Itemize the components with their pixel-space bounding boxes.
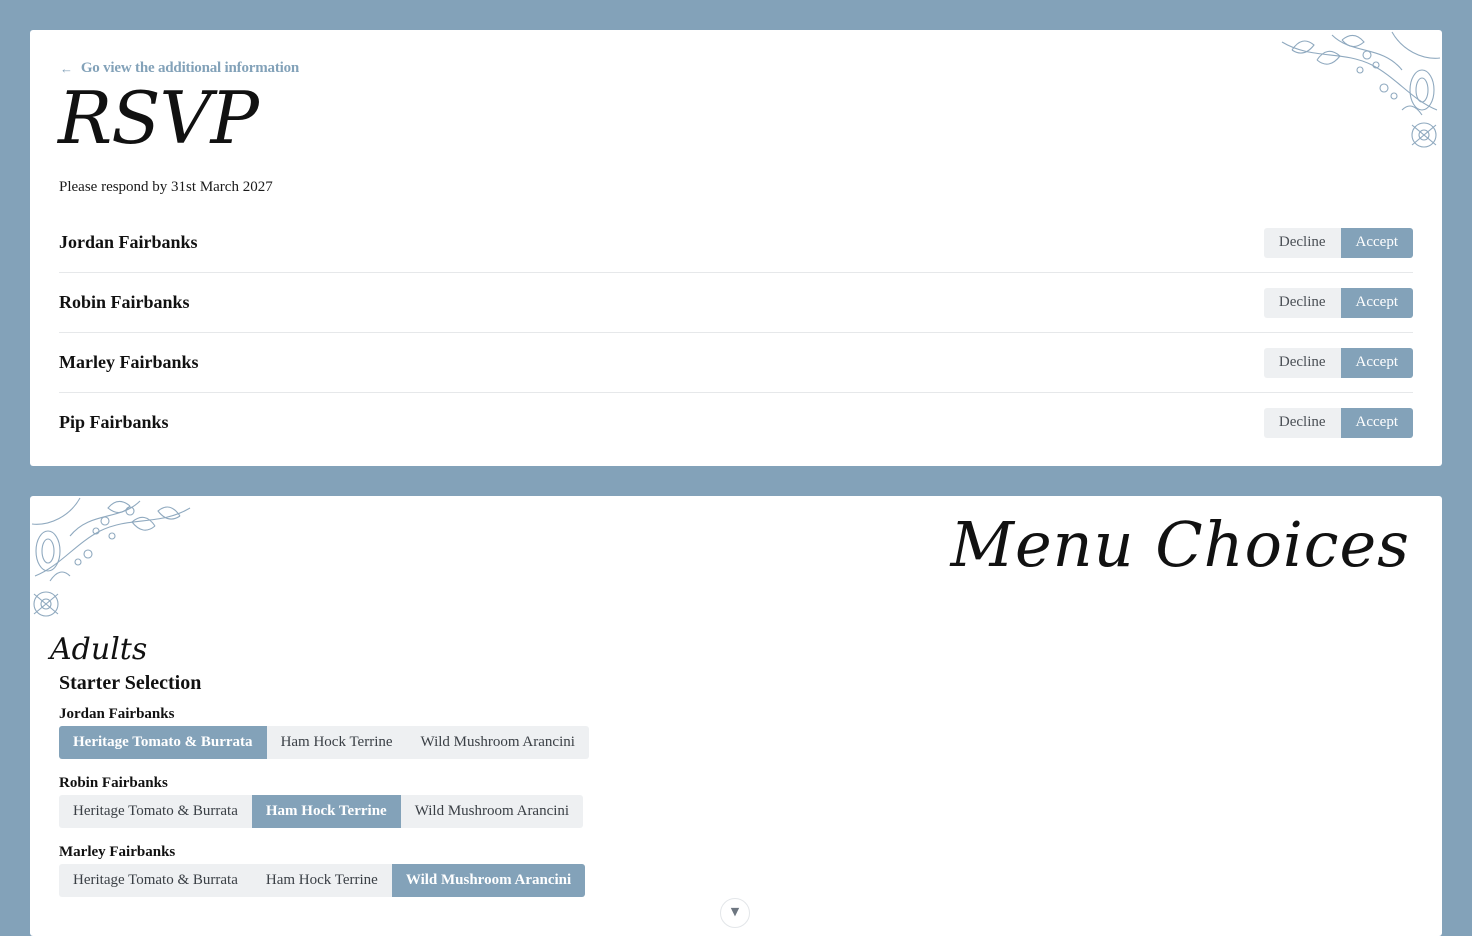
guest-row: Robin Fairbanks Decline Accept — [59, 273, 1413, 333]
respond-by-text: Please respond by 31st March 2027 — [59, 179, 273, 195]
guest-row: Jordan Fairbanks Decline Accept — [59, 213, 1413, 273]
starter-heading: Starter Selection — [59, 672, 202, 694]
arrow-left-icon: ← — [60, 60, 73, 76]
floral-decoration — [1281, 31, 1441, 148]
menu-title: Menu Choices — [950, 508, 1410, 581]
starter-guest: Marley Fairbanks Heritage Tomato & Burra… — [59, 844, 589, 897]
decline-button[interactable]: Decline — [1263, 407, 1341, 438]
guest-row: Pip Fairbanks Decline Accept — [59, 393, 1413, 452]
guest-list: Jordan Fairbanks Decline Accept Robin Fa… — [59, 213, 1413, 452]
accept-button[interactable]: Accept — [1340, 287, 1413, 318]
accept-button[interactable]: Accept — [1340, 227, 1413, 258]
rsvp-card: ← Go view the additional information RSV… — [30, 30, 1442, 466]
scroll-down-button[interactable]: ▼ — [720, 898, 750, 928]
decline-button[interactable]: Decline — [1263, 287, 1341, 318]
back-link[interactable]: ← Go view the additional information — [60, 60, 299, 77]
back-link-label: Go view the additional information — [80, 60, 300, 76]
starter-guest-name: Marley Fairbanks — [59, 844, 176, 860]
starter-option-terrine[interactable]: Ham Hock Terrine — [251, 795, 401, 828]
starter-option-arancini[interactable]: Wild Mushroom Arancini — [407, 726, 589, 759]
decline-button[interactable]: Decline — [1263, 347, 1341, 378]
adults-label: Adults — [50, 632, 148, 667]
starter-guest: Robin Fairbanks Heritage Tomato & Burrat… — [59, 775, 589, 828]
starter-guest-name: Robin Fairbanks — [59, 775, 168, 791]
starter-option-tomato[interactable]: Heritage Tomato & Burrata — [59, 864, 252, 897]
guest-name: Pip Fairbanks — [59, 412, 169, 432]
guest-name: Jordan Fairbanks — [59, 232, 198, 252]
floral-decoration — [31, 497, 191, 617]
starter-options: Heritage Tomato & Burrata Ham Hock Terri… — [59, 864, 586, 897]
starter-list: Jordan Fairbanks Heritage Tomato & Burra… — [59, 706, 589, 913]
starter-options: Heritage Tomato & Burrata Ham Hock Terri… — [59, 726, 589, 759]
starter-guest-name: Jordan Fairbanks — [59, 706, 175, 722]
starter-options: Heritage Tomato & Burrata Ham Hock Terri… — [59, 795, 584, 828]
chevron-down-icon: ▼ — [730, 905, 740, 918]
starter-option-tomato[interactable]: Heritage Tomato & Burrata — [59, 795, 252, 828]
starter-option-terrine[interactable]: Ham Hock Terrine — [267, 726, 407, 759]
starter-option-arancini[interactable]: Wild Mushroom Arancini — [391, 864, 586, 897]
rsvp-toggle: Decline Accept — [1263, 287, 1413, 318]
rsvp-toggle: Decline Accept — [1263, 347, 1413, 378]
guest-row: Marley Fairbanks Decline Accept — [59, 333, 1413, 393]
guest-name: Robin Fairbanks — [59, 292, 190, 312]
starter-guest: Jordan Fairbanks Heritage Tomato & Burra… — [59, 706, 589, 759]
accept-button[interactable]: Accept — [1340, 407, 1413, 438]
menu-card: Menu Choices Adults Starter Selection Jo… — [30, 496, 1442, 936]
starter-option-arancini[interactable]: Wild Mushroom Arancini — [401, 795, 583, 828]
accept-button[interactable]: Accept — [1340, 347, 1413, 378]
decline-button[interactable]: Decline — [1263, 227, 1341, 258]
guest-name: Marley Fairbanks — [59, 352, 199, 372]
rsvp-title: RSVP — [58, 76, 259, 160]
rsvp-toggle: Decline Accept — [1263, 407, 1413, 438]
rsvp-toggle: Decline Accept — [1263, 227, 1413, 258]
starter-option-terrine[interactable]: Ham Hock Terrine — [252, 864, 392, 897]
starter-option-tomato[interactable]: Heritage Tomato & Burrata — [59, 726, 267, 759]
